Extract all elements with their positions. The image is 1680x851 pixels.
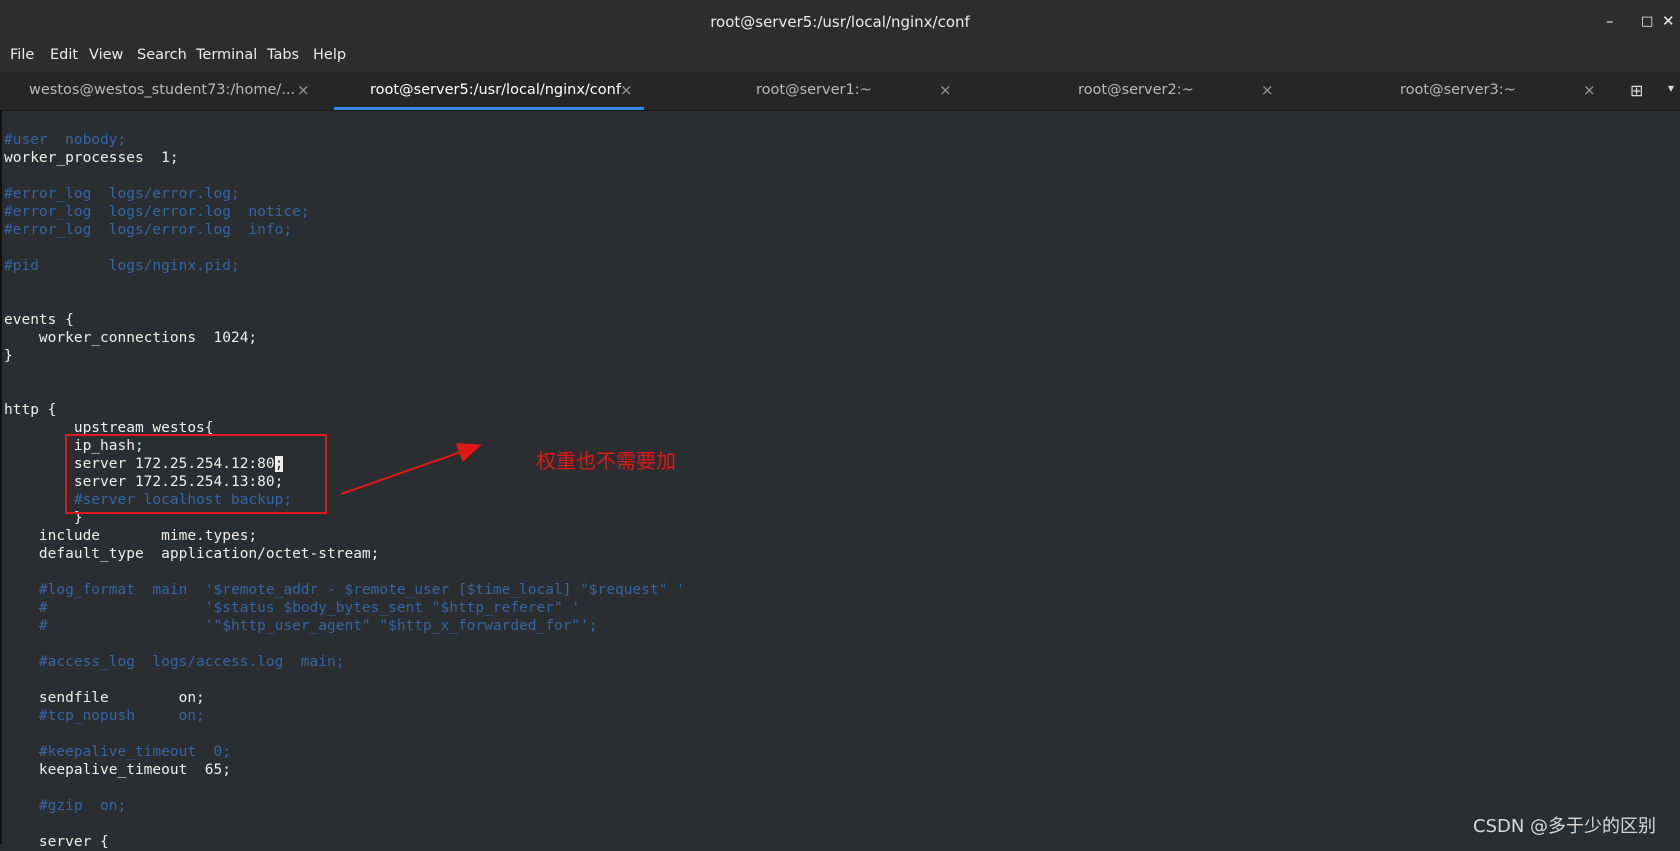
annotation-label: 权重也不需要加	[536, 449, 676, 473]
annotation-arrow-icon	[340, 443, 482, 495]
watermark: CSDN @多于少的区别	[1473, 816, 1657, 837]
